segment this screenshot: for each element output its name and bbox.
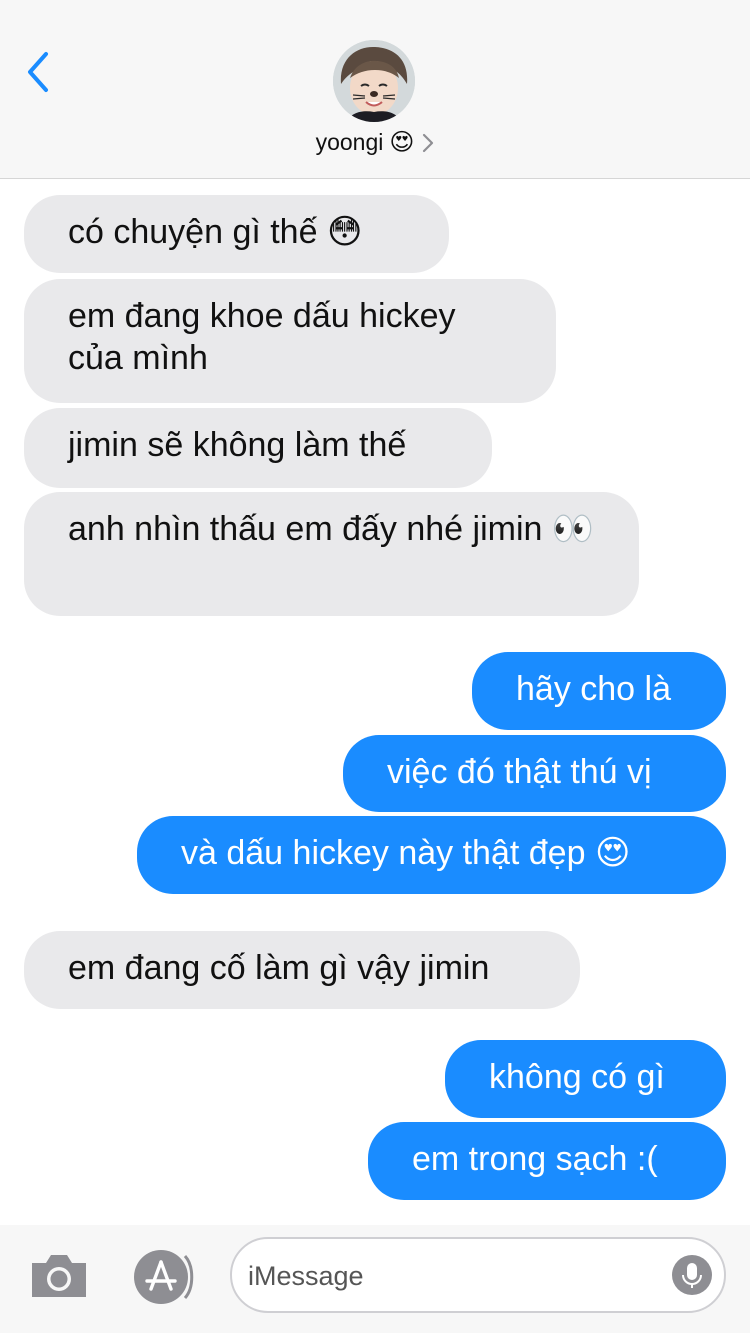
- message-text: em đang cố làm gì vậy jimin: [68, 949, 490, 987]
- contact-emoji: 😍: [389, 129, 415, 156]
- message-text: việc đó thật thú vị: [387, 753, 652, 791]
- camera-button[interactable]: [28, 1251, 90, 1301]
- message-bubble-outgoing[interactable]: việc đó thật thú vị: [343, 735, 726, 812]
- message-bubble-incoming[interactable]: em đang cố làm gì vậy jimin: [24, 931, 580, 1009]
- back-button[interactable]: [22, 50, 62, 94]
- contact-name: yoongi: [315, 129, 384, 155]
- message-bubble-incoming[interactable]: có chuyện gì thế 😳: [24, 195, 449, 273]
- microphone-icon: [682, 1263, 702, 1288]
- app-store-icon: [134, 1250, 194, 1304]
- message-bubble-outgoing[interactable]: em trong sạch :(: [368, 1122, 726, 1200]
- app-store-button[interactable]: [132, 1248, 194, 1306]
- message-text: có chuyện gì thế 😳: [68, 213, 363, 251]
- contact-name-button[interactable]: yoongi 😍: [0, 128, 750, 157]
- message-bubble-incoming[interactable]: em đang khoe dấu hickey của mình: [24, 279, 556, 403]
- message-input[interactable]: [246, 1239, 660, 1313]
- chevron-right-icon: [423, 133, 434, 152]
- message-thread[interactable]: có chuyện gì thế 😳 em đang khoe dấu hick…: [0, 179, 750, 1225]
- message-bubble-outgoing[interactable]: không có gì: [445, 1040, 726, 1118]
- message-text: em đang khoe dấu hickey của mình: [68, 297, 456, 377]
- message-text: em trong sạch :(: [412, 1140, 658, 1178]
- message-text: jimin sẽ không làm thế: [68, 426, 407, 464]
- composer-bar: [0, 1225, 750, 1333]
- message-bubble-outgoing[interactable]: và dấu hickey này thật đẹp 😍: [137, 816, 726, 894]
- message-text: anh nhìn thấu em đấy nhé jimin 👀: [68, 510, 595, 548]
- microphone-button[interactable]: [672, 1255, 712, 1295]
- conversation-header: yoongi 😍: [0, 0, 750, 179]
- message-bubble-incoming[interactable]: jimin sẽ không làm thế: [24, 408, 492, 488]
- contact-avatar[interactable]: [333, 40, 415, 122]
- message-field[interactable]: [230, 1237, 726, 1313]
- chevron-left-icon: [28, 52, 48, 92]
- message-bubble-incoming[interactable]: anh nhìn thấu em đấy nhé jimin 👀: [24, 492, 639, 616]
- message-text: không có gì: [489, 1058, 665, 1096]
- message-text: hãy cho là: [516, 670, 671, 708]
- avatar-image: [333, 40, 415, 122]
- message-text: và dấu hickey này thật đẹp 😍: [181, 834, 631, 872]
- message-bubble-outgoing[interactable]: hãy cho là: [472, 652, 726, 730]
- camera-icon: [32, 1255, 86, 1297]
